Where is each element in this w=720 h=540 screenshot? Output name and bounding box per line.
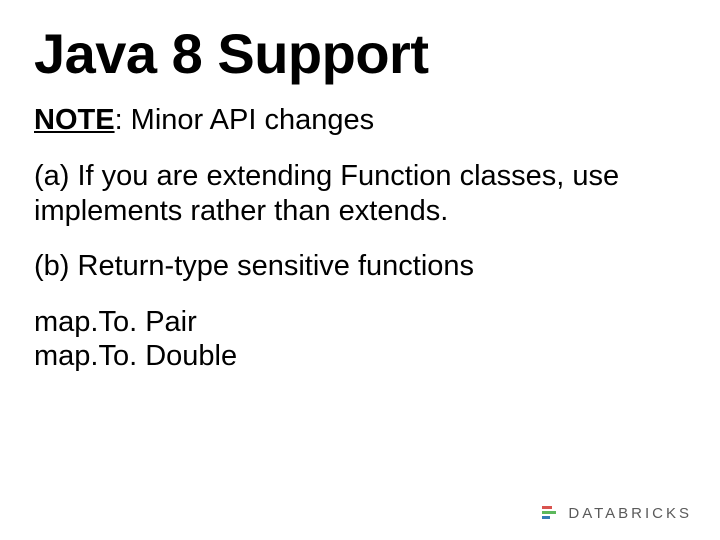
slide: Java 8 Support NOTE: Minor API changes (…: [0, 0, 720, 540]
note-text: : Minor API changes: [115, 104, 375, 136]
brand-logo: DATABRICKS: [542, 505, 692, 522]
code-line-2: map.To. Double: [34, 339, 686, 373]
note-line: NOTE: Minor API changes: [34, 102, 686, 138]
note-label: NOTE: [34, 104, 115, 136]
databricks-icon: [542, 506, 562, 522]
code-line-1: map.To. Pair: [34, 305, 686, 339]
brand-text: DATABRICKS: [568, 505, 692, 522]
point-a: (a) If you are extending Function classe…: [34, 159, 686, 230]
point-b: (b) Return-type sensitive functions: [34, 249, 686, 284]
slide-title: Java 8 Support: [34, 24, 686, 84]
code-block: map.To. Pair map.To. Double: [34, 305, 686, 373]
